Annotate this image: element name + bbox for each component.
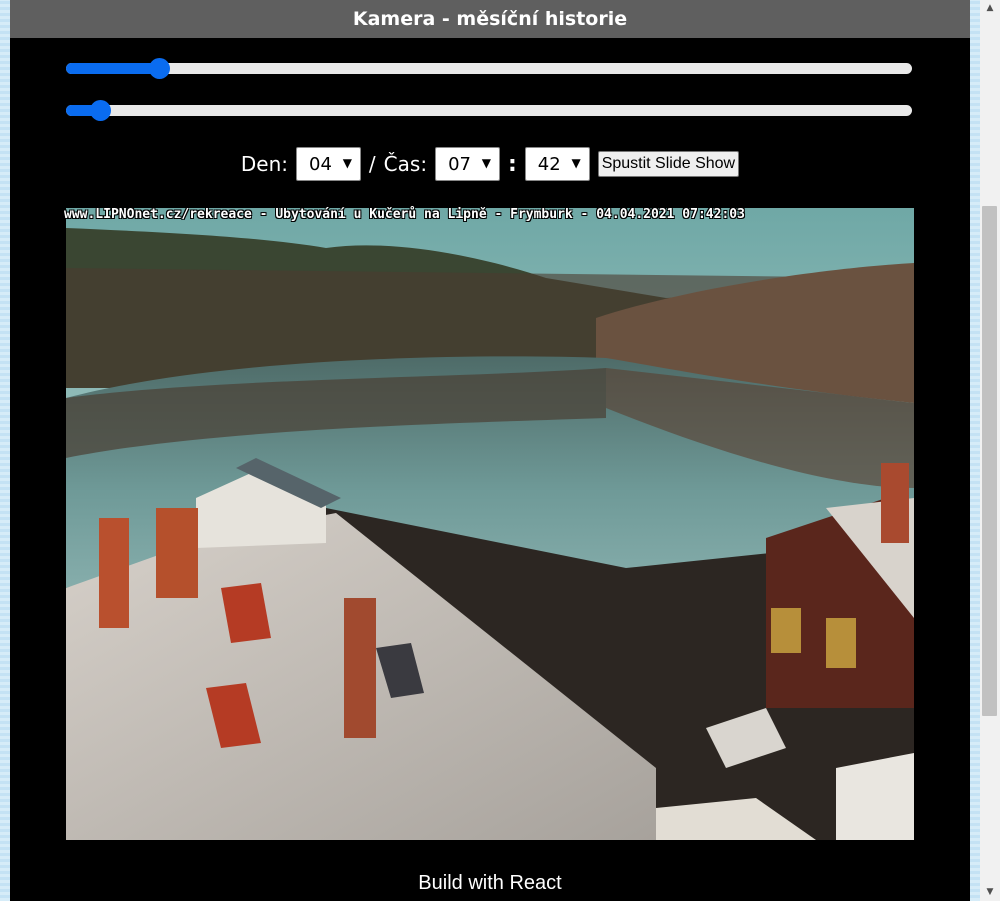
day-slider-thumb[interactable] <box>149 58 171 79</box>
minute-select[interactable]: 42 ▼ <box>524 147 590 181</box>
day-slider-fill <box>66 63 160 74</box>
day-slider[interactable] <box>66 58 912 79</box>
hour-select[interactable]: 07 ▼ <box>435 147 500 181</box>
time-slider[interactable] <box>66 100 912 121</box>
page-title: Kamera - měsíční historie <box>10 0 970 38</box>
time-label: Čas: <box>383 152 428 176</box>
footer-text: Build with React <box>418 872 562 894</box>
time-slider-thumb[interactable] <box>89 100 111 121</box>
time-colon: : <box>507 151 517 177</box>
camera-image <box>66 208 914 840</box>
day-select[interactable]: 04 ▼ <box>296 147 361 181</box>
page-background-right <box>970 0 980 901</box>
slideshow-button[interactable]: Spustit Slide Show <box>597 151 740 177</box>
chevron-down-icon: ▼ <box>571 156 581 170</box>
day-select-value: 04 <box>309 153 332 175</box>
scrollbar-thumb[interactable] <box>982 206 997 716</box>
camera-overlay-text: www.LIPNOnet.cz/rekreace - Ubytování u K… <box>64 207 745 222</box>
arrow-down-icon[interactable]: ▼ <box>980 884 1000 901</box>
vertical-scrollbar[interactable]: ▲ ▼ <box>980 0 1000 901</box>
day-label: Den: <box>240 152 289 176</box>
chevron-down-icon: ▼ <box>342 156 352 170</box>
chevron-down-icon: ▼ <box>481 156 491 170</box>
camera-panel: Kamera - měsíční historie Den: 04 ▼ / Ča… <box>10 0 970 901</box>
arrow-up-icon[interactable]: ▲ <box>980 0 1000 17</box>
separator: / <box>368 152 376 176</box>
minute-select-value: 42 <box>537 153 561 175</box>
date-time-controls: Den: 04 ▼ / Čas: 07 ▼ : 42 ▼ Spustit Sli… <box>10 146 970 182</box>
hour-select-value: 07 <box>448 153 471 175</box>
page-background-left <box>0 0 10 901</box>
